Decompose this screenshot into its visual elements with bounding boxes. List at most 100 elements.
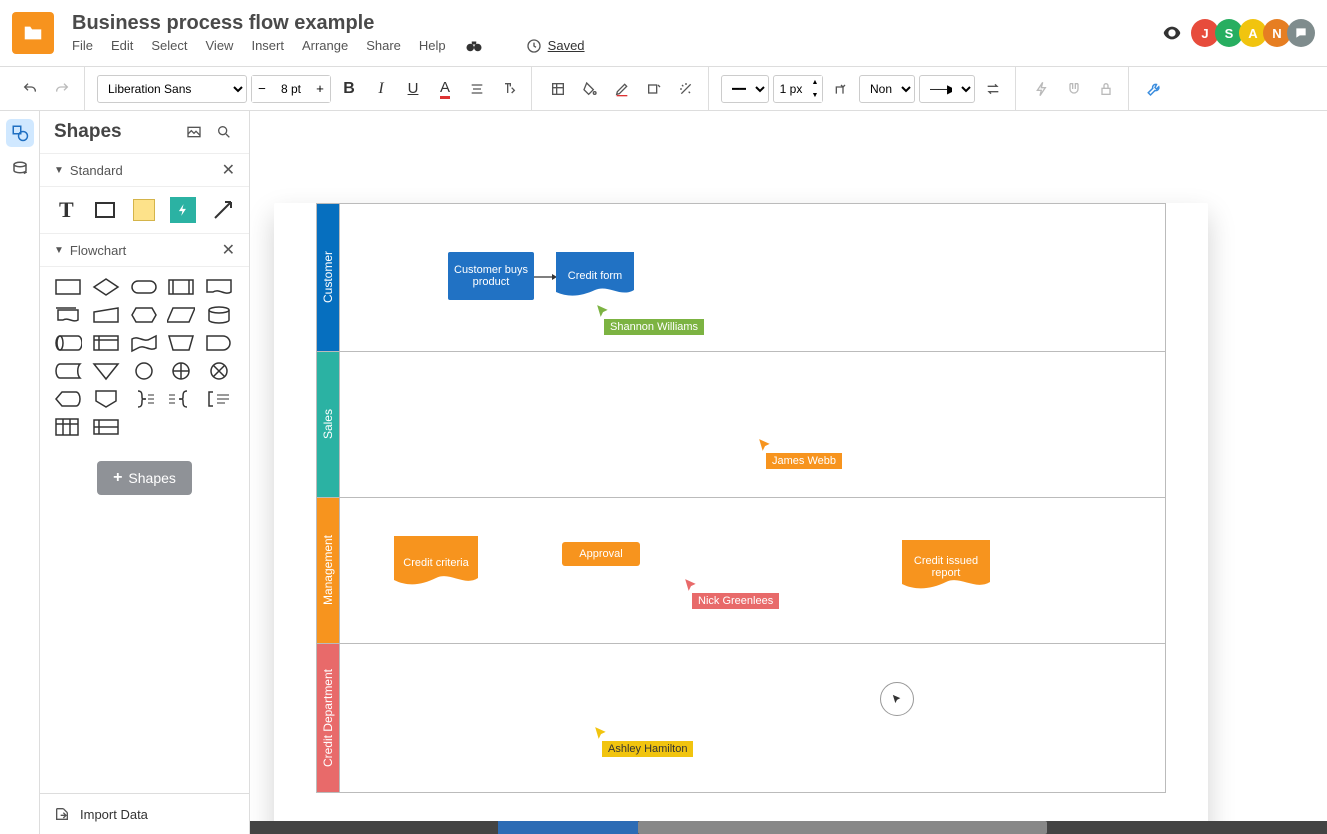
note-shape[interactable]	[132, 197, 157, 223]
preparation-shape[interactable]	[130, 305, 158, 325]
table-shape[interactable]	[54, 417, 82, 437]
shape-creation-hint[interactable]	[880, 682, 914, 716]
terminator-shape[interactable]	[130, 277, 158, 297]
direct-data-shape[interactable]	[54, 333, 82, 353]
delay-shape[interactable]	[205, 333, 233, 353]
text-color-button[interactable]: A	[431, 75, 459, 103]
stored-data-shape[interactable]	[54, 361, 82, 381]
fill-color-button[interactable]	[576, 75, 604, 103]
settings-button[interactable]	[1141, 75, 1169, 103]
close-icon[interactable]: ✕	[222, 240, 235, 260]
import-data-button[interactable]: Import Data	[40, 793, 249, 834]
bold-button[interactable]: B	[335, 75, 363, 103]
present-icon[interactable]	[1161, 22, 1183, 44]
underline-button[interactable]: U	[399, 75, 427, 103]
lane-label[interactable]: Credit Department	[317, 644, 339, 792]
brace-right-shape[interactable]	[130, 389, 158, 409]
or-shape[interactable]	[167, 361, 195, 381]
font-family-select[interactable]: Liberation Sans	[97, 75, 247, 103]
connector-arrow[interactable]	[534, 272, 558, 282]
line-style-select[interactable]: ━━	[721, 75, 769, 103]
shape-options-button[interactable]	[640, 75, 668, 103]
shapes-panel-button[interactable]	[6, 119, 34, 147]
decision-shape[interactable]	[92, 277, 120, 297]
database-shape[interactable]	[205, 305, 233, 325]
predefined-shape[interactable]	[167, 277, 195, 297]
arrow-shape[interactable]	[210, 197, 235, 223]
chat-button[interactable]	[1287, 19, 1315, 47]
lane-label[interactable]: Customer	[317, 204, 339, 351]
font-size-input[interactable]	[272, 76, 310, 102]
lane-credit-department[interactable]: Credit Department Ashley Hamilton	[317, 644, 1165, 792]
node-credit-criteria[interactable]: Credit criteria	[394, 536, 478, 590]
offpage-shape[interactable]	[92, 389, 120, 409]
binoculars-icon[interactable]	[464, 37, 484, 55]
border-color-button[interactable]	[608, 75, 636, 103]
close-icon[interactable]: ✕	[222, 160, 235, 180]
line-route-button[interactable]	[827, 75, 855, 103]
menu-select[interactable]: Select	[151, 38, 187, 53]
lane-customer[interactable]: Customer Customer buys product Credit fo…	[317, 204, 1165, 352]
lane-management[interactable]: Management Credit criteria Approval	[317, 498, 1165, 644]
swimlane-container[interactable]: Customer Customer buys product Credit fo…	[316, 203, 1166, 793]
text-shape[interactable]: T	[54, 197, 79, 223]
menu-edit[interactable]: Edit	[111, 38, 133, 53]
conditional-button[interactable]	[1028, 75, 1056, 103]
manual-input-shape[interactable]	[92, 305, 120, 325]
menu-file[interactable]: File	[72, 38, 93, 53]
page[interactable]: Customer Customer buys product Credit fo…	[274, 203, 1208, 834]
lock-button[interactable]	[1092, 75, 1120, 103]
increase-size-button[interactable]: +	[310, 76, 330, 102]
merge-shape[interactable]	[92, 361, 120, 381]
menu-share[interactable]: Share	[366, 38, 401, 53]
layout-button[interactable]	[544, 75, 572, 103]
line-width-input[interactable]	[774, 82, 808, 96]
process-shape[interactable]	[54, 277, 82, 297]
line-width-stepper[interactable]: ▲▼	[773, 75, 823, 103]
note-bracket-shape[interactable]	[205, 389, 233, 409]
text-options-button[interactable]	[495, 75, 523, 103]
scroll-thumb[interactable]	[638, 821, 1047, 834]
undo-button[interactable]	[16, 75, 44, 103]
arrow-start-select[interactable]: None	[859, 75, 915, 103]
lane-label[interactable]: Sales	[317, 352, 339, 497]
menu-arrange[interactable]: Arrange	[302, 38, 348, 53]
swimlane-h-shape[interactable]	[92, 417, 120, 437]
hotspot-shape[interactable]	[170, 197, 196, 223]
manual-loop-shape[interactable]	[167, 333, 195, 353]
line-width-up[interactable]: ▲	[808, 76, 822, 89]
redo-button[interactable]	[48, 75, 76, 103]
paper-tape-shape[interactable]	[130, 333, 158, 353]
font-size-stepper[interactable]: − +	[251, 75, 331, 103]
node-customer-buys[interactable]: Customer buys product	[448, 252, 534, 300]
lane-sales[interactable]: Sales James Webb	[317, 352, 1165, 498]
rect-shape[interactable]	[93, 197, 118, 223]
align-button[interactable]	[463, 75, 491, 103]
image-library-button[interactable]	[183, 121, 205, 143]
lane-label[interactable]: Management	[317, 498, 339, 643]
data-panel-button[interactable]	[6, 155, 34, 183]
data-shape[interactable]	[167, 305, 195, 325]
canvas[interactable]: Customer Customer buys product Credit fo…	[250, 111, 1327, 834]
search-shapes-button[interactable]	[213, 121, 235, 143]
node-credit-form[interactable]: Credit form	[556, 252, 634, 300]
line-width-down[interactable]: ▼	[808, 89, 822, 102]
summing-shape[interactable]	[205, 361, 233, 381]
brace-left-shape[interactable]	[167, 389, 195, 409]
multi-doc-shape[interactable]	[54, 305, 82, 325]
decrease-size-button[interactable]: −	[252, 76, 272, 102]
document-title[interactable]: Business process flow example	[72, 12, 1161, 35]
menu-help[interactable]: Help	[419, 38, 446, 53]
menu-insert[interactable]: Insert	[251, 38, 284, 53]
connector-shape[interactable]	[130, 361, 158, 381]
document-shape[interactable]	[205, 277, 233, 297]
menu-view[interactable]: View	[206, 38, 234, 53]
save-status[interactable]: Saved	[526, 38, 585, 54]
app-logo[interactable]	[12, 12, 54, 54]
node-credit-issued[interactable]: Credit issued report	[902, 540, 990, 594]
flowchart-section-header[interactable]: ▼ Flowchart ✕	[40, 233, 249, 267]
standard-section-header[interactable]: ▼ Standard ✕	[40, 153, 249, 187]
node-approval[interactable]: Approval	[562, 542, 640, 566]
display-shape[interactable]	[54, 389, 82, 409]
add-shapes-button[interactable]: + Shapes	[97, 461, 192, 495]
